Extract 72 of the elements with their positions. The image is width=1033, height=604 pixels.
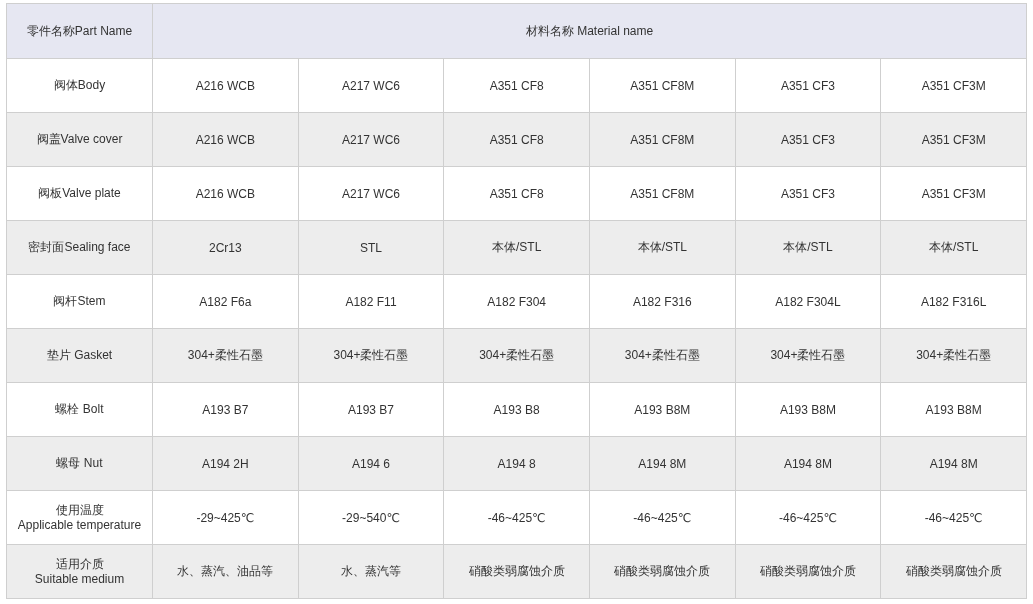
- table-cell: 304+柔性石墨: [880, 328, 1027, 383]
- table-cell: A351 CF3: [735, 58, 881, 113]
- table-cell: A182 F304: [443, 274, 590, 329]
- row-label-cell: 螺栓 Bolt: [6, 382, 153, 437]
- table-cell: A351 CF8M: [589, 58, 736, 113]
- table-cell: A182 F6a: [152, 274, 299, 329]
- table-cell: 水、蒸汽等: [298, 544, 444, 599]
- table-cell: 本体/STL: [443, 220, 590, 275]
- table-cell: A217 WC6: [298, 166, 444, 221]
- table-cell: A351 CF3M: [880, 112, 1027, 167]
- table-cell: -29~425℃: [152, 490, 299, 545]
- table-cell: 本体/STL: [880, 220, 1027, 275]
- table-cell: A217 WC6: [298, 112, 444, 167]
- table-cell: 本体/STL: [589, 220, 736, 275]
- table-cell: A216 WCB: [152, 112, 299, 167]
- table-cell: 硝酸类弱腐蚀介质: [880, 544, 1027, 599]
- table-cell: A351 CF3: [735, 112, 881, 167]
- table-cell: A193 B7: [298, 382, 444, 437]
- table-cell: 304+柔性石墨: [152, 328, 299, 383]
- row-label-cell: 阀盖Valve cover: [6, 112, 153, 167]
- table-cell: 304+柔性石墨: [443, 328, 590, 383]
- row-label-cell: 螺母 Nut: [6, 436, 153, 491]
- table-cell: A351 CF3: [735, 166, 881, 221]
- table-cell: -46~425℃: [443, 490, 590, 545]
- table-cell: A351 CF3M: [880, 166, 1027, 221]
- table-cell: 304+柔性石墨: [735, 328, 881, 383]
- row-label-cell: 垫片 Gasket: [6, 328, 153, 383]
- table-cell: A194 8M: [880, 436, 1027, 491]
- table-cell: A193 B8M: [880, 382, 1027, 437]
- table-cell: A193 B8M: [589, 382, 736, 437]
- table-cell: A193 B7: [152, 382, 299, 437]
- row-label-cell: 阀体Body: [6, 58, 153, 113]
- table-cell: A193 B8: [443, 382, 590, 437]
- table-cell: A351 CF8M: [589, 112, 736, 167]
- table-cell: A193 B8M: [735, 382, 881, 437]
- table-cell: A351 CF8: [443, 166, 590, 221]
- table-cell: A182 F316: [589, 274, 736, 329]
- table-cell: A351 CF8M: [589, 166, 736, 221]
- table-cell: A351 CF8: [443, 112, 590, 167]
- table-cell: A194 8M: [589, 436, 736, 491]
- table-cell: 硝酸类弱腐蚀介质: [735, 544, 881, 599]
- row-label-cell: 使用温度 Applicable temperature: [6, 490, 153, 545]
- table-cell: A182 F11: [298, 274, 444, 329]
- table-cell: -46~425℃: [589, 490, 736, 545]
- table-cell: A182 F316L: [880, 274, 1027, 329]
- table-cell: 2Cr13: [152, 220, 299, 275]
- table-cell: A351 CF3M: [880, 58, 1027, 113]
- table-cell: 硝酸类弱腐蚀介质: [443, 544, 590, 599]
- table-cell: -46~425℃: [735, 490, 881, 545]
- table-cell: A194 8: [443, 436, 590, 491]
- table-cell: STL: [298, 220, 444, 275]
- table-cell: 硝酸类弱腐蚀介质: [589, 544, 736, 599]
- table-cell: A194 2H: [152, 436, 299, 491]
- table-cell: 304+柔性石墨: [298, 328, 444, 383]
- table-cell: A194 6: [298, 436, 444, 491]
- table-cell: -46~425℃: [880, 490, 1027, 545]
- row-label-cell: 阀板Valve plate: [6, 166, 153, 221]
- table-cell: A182 F304L: [735, 274, 881, 329]
- table-cell: A216 WCB: [152, 58, 299, 113]
- table-cell: A194 8M: [735, 436, 881, 491]
- row-label-cell: 阀杆Stem: [6, 274, 153, 329]
- table-cell: A351 CF8: [443, 58, 590, 113]
- table-cell: 水、蒸汽、油品等: [152, 544, 299, 599]
- table-cell: 本体/STL: [735, 220, 881, 275]
- header-cell: 零件名称Part Name: [6, 3, 153, 59]
- table-cell: A216 WCB: [152, 166, 299, 221]
- row-label-cell: 密封面Sealing face: [6, 220, 153, 275]
- row-label-cell: 适用介质 Suitable medium: [6, 544, 153, 599]
- table-cell: 304+柔性石墨: [589, 328, 736, 383]
- header-cell: 材料名称 Material name: [152, 3, 1027, 59]
- table-cell: -29~540℃: [298, 490, 444, 545]
- table-cell: A217 WC6: [298, 58, 444, 113]
